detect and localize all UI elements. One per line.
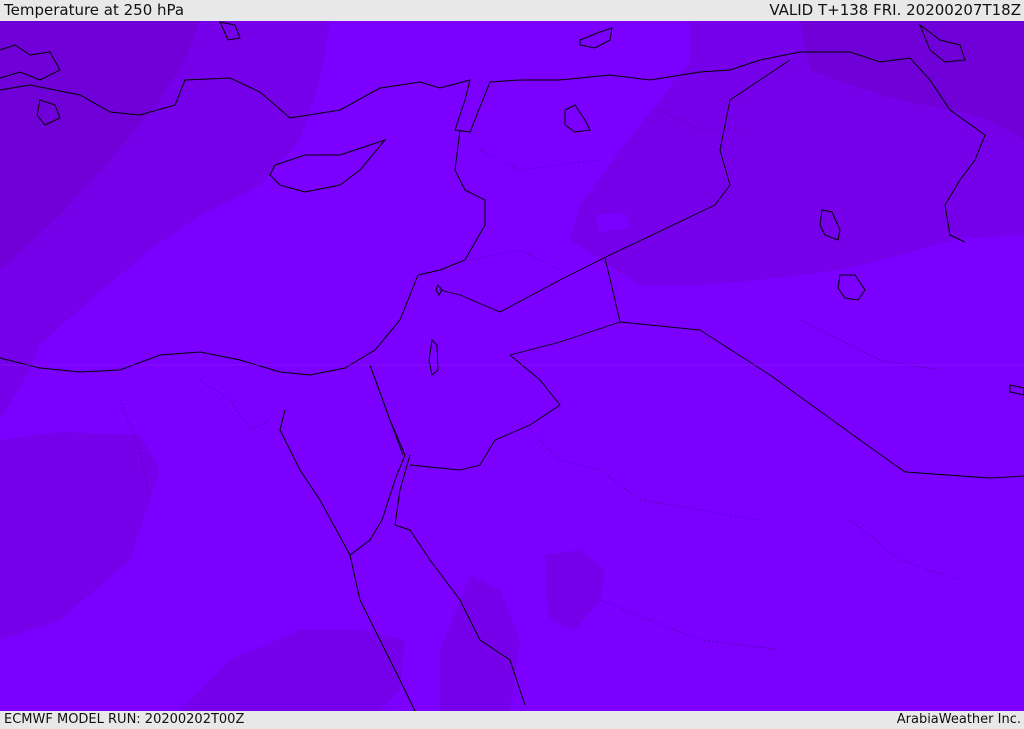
map-title: Temperature at 250 hPa	[4, 1, 185, 19]
temperature-map[interactable]	[0, 21, 1024, 711]
footer-bar: ECMWF MODEL RUN: 20200202T00Z ArabiaWeat…	[0, 711, 1024, 729]
credit-label: ArabiaWeather Inc.	[896, 712, 1021, 727]
map-canvas	[0, 21, 1024, 711]
valid-time-label: VALID T+138 FRI. 20200207T18Z	[769, 1, 1021, 19]
model-run-label: ECMWF MODEL RUN: 20200202T00Z	[4, 712, 245, 727]
title-bar: Temperature at 250 hPa VALID T+138 FRI. …	[0, 0, 1024, 21]
